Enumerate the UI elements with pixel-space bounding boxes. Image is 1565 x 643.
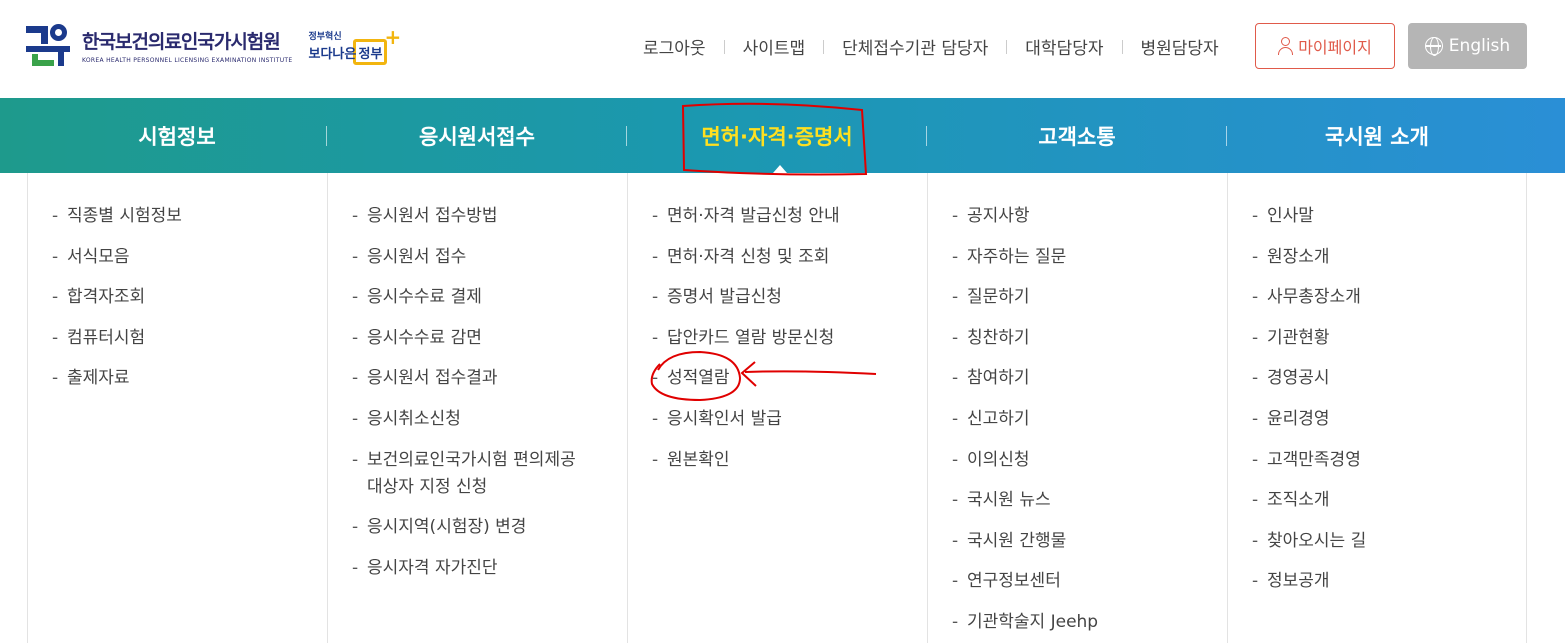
kuksiwon-logo-icon (26, 22, 74, 68)
submenu-column-application: 응시원서 접수방법 응시원서 접수 응시수수료 결제 응시수수료 감면 응시원서… (327, 173, 627, 643)
submenu-item[interactable]: 신고하기 (928, 406, 1227, 433)
submenu-column-exam-info: 직종별 시험정보 서식모음 합격자조회 컴퓨터시험 출제자료 (27, 173, 327, 643)
hospital-link[interactable]: 병원담당자 (1141, 34, 1219, 59)
submenu-item[interactable]: 공지사항 (928, 203, 1227, 230)
submenu-column-license-cert: 면허·자격 발급신청 안내 면허·자격 신청 및 조회 증명서 발급신청 답안카… (627, 173, 927, 643)
org-english-name: KOREA HEALTH PERSONNEL LICENSING EXAMINA… (82, 56, 293, 64)
submenu-item[interactable]: 직종별 시험정보 (28, 203, 327, 230)
english-button[interactable]: English (1408, 23, 1527, 69)
submenu-item[interactable]: 응시자격 자가진단 (328, 555, 627, 582)
active-caret-icon (773, 165, 787, 173)
submenu-column-about: 인사말 원장소개 사무총장소개 기관현황 경영공시 윤리경영 고객만족경영 조직… (1227, 173, 1527, 643)
mypage-button[interactable]: 마이페이지 (1255, 23, 1395, 69)
utility-links: 로그아웃 사이트맵 단체접수기관 담당자 대학담당자 병원담당자 (643, 34, 1219, 59)
submenu-item[interactable]: 응시취소신청 (328, 406, 627, 433)
main-nav: 시험정보 응시원서접수 면허·자격·증명서 고객소통 국시원 소개 (0, 98, 1565, 173)
submenu-item[interactable]: 연구정보센터 (928, 568, 1227, 595)
person-icon (1278, 37, 1294, 55)
submenu-item[interactable]: 윤리경영 (1228, 406, 1526, 433)
submenu-item[interactable]: 원장소개 (1228, 244, 1526, 271)
submenu-item[interactable]: 인사말 (1228, 203, 1526, 230)
submenu-item[interactable]: 출제자료 (28, 365, 327, 392)
divider (723, 39, 725, 54)
submenu-item[interactable]: 응시지역(시험장) 변경 (328, 514, 627, 541)
submenu-item[interactable]: 증명서 발급신청 (628, 284, 927, 311)
site-header: 한국보건의료인국가시험원 KOREA HEALTH PERSONNEL LICE… (0, 0, 1565, 98)
submenu-item[interactable]: 컴퓨터시험 (28, 325, 327, 352)
submenu-item[interactable]: 국시원 간행물 (928, 528, 1227, 555)
submenu-item[interactable]: 사무총장소개 (1228, 284, 1526, 311)
divider (823, 39, 825, 54)
gov-innovation-logo-icon: 정부혁신 보다나은 보다나은 정부 + (309, 23, 401, 67)
divider (1121, 39, 1123, 54)
nav-application[interactable]: 응시원서접수 (327, 98, 627, 173)
submenu-item[interactable]: 찾아오시는 길 (1228, 528, 1526, 555)
submenu-item[interactable]: 경영공시 (1228, 365, 1526, 392)
submenu-item[interactable]: 기관현황 (1228, 325, 1526, 352)
english-label: English (1448, 36, 1511, 56)
submenu-column-customer: 공지사항 자주하는 질문 질문하기 칭찬하기 참여하기 신고하기 이의신청 국시… (927, 173, 1227, 643)
submenu-item[interactable]: 이의신청 (928, 447, 1227, 474)
nav-license-cert[interactable]: 면허·자격·증명서 (627, 98, 927, 173)
submenu-item[interactable]: 자주하는 질문 (928, 244, 1227, 271)
submenu-item[interactable]: 답안카드 열람 방문신청 (628, 325, 927, 352)
submenu-item[interactable]: 응시수수료 결제 (328, 284, 627, 311)
sitemap-link[interactable]: 사이트맵 (743, 34, 806, 59)
submenu-item[interactable]: 고객만족경영 (1228, 447, 1526, 474)
submenu-item[interactable]: 질문하기 (928, 284, 1227, 311)
submenu-item[interactable]: 응시원서 접수 (328, 244, 627, 271)
nav-exam-info[interactable]: 시험정보 (27, 98, 327, 173)
submenu-item[interactable]: 칭찬하기 (928, 325, 1227, 352)
logout-link[interactable]: 로그아웃 (643, 34, 706, 59)
globe-icon (1424, 37, 1443, 56)
submenu-item[interactable]: 정보공개 (1228, 568, 1526, 595)
submenu-item[interactable]: 면허·자격 신청 및 조회 (628, 244, 927, 271)
submenu-item[interactable]: 조직소개 (1228, 487, 1526, 514)
group-agency-link[interactable]: 단체접수기관 담당자 (842, 34, 988, 59)
submenu-item[interactable]: 응시확인서 발급 (628, 406, 927, 433)
nav-about[interactable]: 국시원 소개 (1227, 98, 1527, 173)
submenu-item[interactable]: 기관학술지 Jeehp (928, 609, 1227, 636)
divider (1006, 39, 1008, 54)
org-name: 한국보건의료인국가시험원 (82, 30, 281, 53)
mypage-label: 마이페이지 (1298, 38, 1372, 57)
submenu-item[interactable]: 원본확인 (628, 447, 927, 474)
submenu-item[interactable]: 국시원 뉴스 (928, 487, 1227, 514)
submenu-item[interactable]: 응시원서 접수결과 (328, 365, 627, 392)
submenu-item[interactable]: 응시수수료 감면 (328, 325, 627, 352)
submenu-item[interactable]: 면허·자격 발급신청 안내 (628, 203, 927, 230)
submenu-item[interactable]: 합격자조회 (28, 284, 327, 311)
site-logo[interactable]: 한국보건의료인국가시험원 KOREA HEALTH PERSONNEL LICE… (26, 22, 401, 68)
submenu-item[interactable]: 응시원서 접수방법 (328, 203, 627, 230)
submenu-item-score-view[interactable]: 성적열람 (628, 365, 927, 392)
submenu-item[interactable]: 참여하기 (928, 365, 1227, 392)
university-link[interactable]: 대학담당자 (1025, 34, 1103, 59)
submenu-item[interactable]: 보건의료인국가시험 편의제공 대상자 지정 신청 (328, 447, 578, 501)
submenu-item[interactable]: 서식모음 (28, 244, 327, 271)
nav-customer[interactable]: 고객소통 (927, 98, 1227, 173)
